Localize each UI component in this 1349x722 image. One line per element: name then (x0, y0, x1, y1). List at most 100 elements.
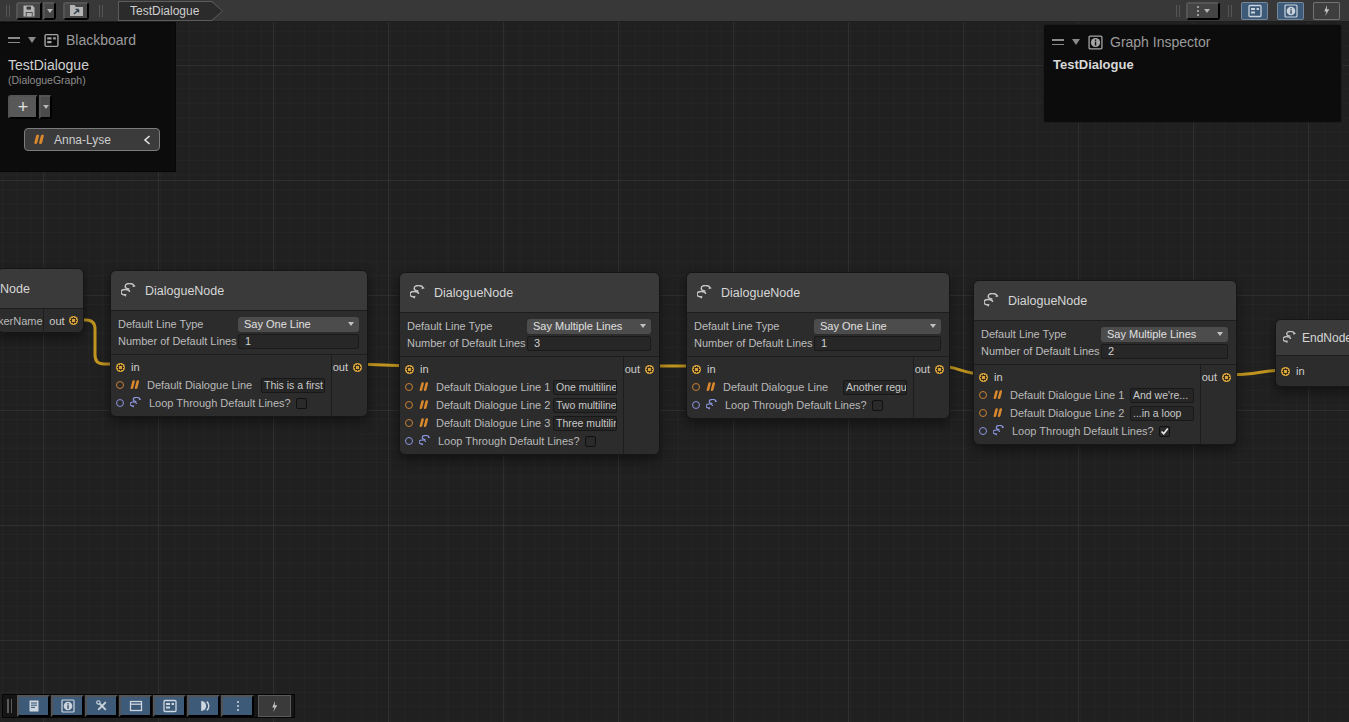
exec-in-port[interactable] (405, 365, 414, 374)
dialogue-line-field[interactable]: This is a first (261, 378, 325, 393)
node-dialoguenode[interactable]: DialogueNode Default Line TypeSay Multipl… (399, 272, 660, 455)
blackboard-toggle-button[interactable] (1241, 2, 1268, 20)
line-type-dropdown[interactable]: Say Multiple Lines (527, 319, 651, 334)
collapse-arrow-icon[interactable] (1072, 39, 1080, 45)
quote-icon (130, 380, 141, 390)
port-label: Default Dialogue Line 3 (436, 417, 550, 429)
exec-out-port[interactable] (645, 365, 654, 374)
chevron-left-icon[interactable] (143, 135, 151, 145)
drag-handle-icon[interactable] (1052, 39, 1064, 45)
dialogue-line-field[interactable]: Three multilin (553, 416, 617, 431)
field-value: This is a first (264, 379, 323, 391)
bool-port[interactable] (692, 401, 700, 409)
node-node[interactable]: NodekerName out (0, 268, 84, 333)
toolbar-grip[interactable] (6, 5, 10, 17)
blackboard-title: Blackboard (66, 32, 136, 48)
dialogue-line-field[interactable]: Another regu (843, 380, 907, 395)
bool-port[interactable] (405, 437, 413, 445)
number-input[interactable]: 1 (814, 336, 941, 351)
exec-out-port[interactable] (935, 365, 944, 374)
number-input[interactable]: 3 (527, 336, 651, 351)
exec-out-port[interactable] (69, 316, 78, 325)
bool-port[interactable] (979, 427, 987, 435)
line-type-dropdown[interactable]: Say One Line (814, 319, 941, 334)
spark-toggle-button[interactable] (1313, 2, 1340, 20)
dialogue-line-field[interactable]: One multiline (553, 380, 617, 395)
input-value: 1 (245, 335, 251, 347)
node-header[interactable]: DialogueNode (400, 273, 659, 313)
string-port[interactable] (692, 383, 700, 391)
number-input[interactable]: 1 (238, 334, 359, 349)
node-endnode[interactable]: EndNode in (1275, 319, 1349, 387)
line-type-dropdown[interactable]: Say Multiple Lines (1101, 327, 1228, 342)
blackboard-toggle-button[interactable] (153, 695, 186, 717)
number-input[interactable]: 2 (1101, 344, 1228, 359)
overflow-menu-button[interactable] (221, 695, 254, 717)
add-variable-options-button[interactable] (39, 95, 52, 119)
quote-icon (419, 418, 430, 428)
string-port[interactable] (405, 419, 413, 427)
tools-toggle-button[interactable] (85, 695, 118, 717)
save-options-button[interactable] (43, 2, 56, 20)
variable-name: Anna-Lyse (54, 133, 111, 147)
graph-tab[interactable]: TestDialogue (118, 1, 223, 21)
string-port[interactable] (979, 409, 987, 417)
caret-down-icon (930, 324, 936, 328)
preview-toggle-button[interactable] (187, 695, 220, 717)
document-icon (27, 699, 41, 713)
save-button[interactable] (16, 2, 42, 20)
port-row: in (111, 358, 331, 376)
loop-checkbox[interactable] (1159, 426, 1170, 437)
dialogue-line-field[interactable]: Two multiline (553, 398, 617, 413)
inspector-toggle-button[interactable] (51, 695, 84, 717)
drag-handle-icon[interactable] (8, 37, 20, 43)
caret-down-icon (1217, 332, 1223, 336)
exec-in-port[interactable] (116, 363, 125, 372)
add-variable-button[interactable]: + (8, 95, 38, 119)
node-header[interactable]: DialogueNode (687, 273, 949, 313)
inspector-toggle-button[interactable] (1277, 2, 1304, 20)
node-header[interactable]: DialogueNode (974, 281, 1236, 321)
loop-checkbox[interactable] (872, 400, 883, 411)
exec-out-port[interactable] (1222, 373, 1231, 382)
loop-checkbox[interactable] (585, 436, 596, 447)
collapse-arrow-icon[interactable] (28, 37, 36, 43)
exec-in-port[interactable] (979, 373, 988, 382)
string-port[interactable] (116, 381, 124, 389)
port-row: in (1276, 362, 1349, 380)
console-toggle-button[interactable] (17, 695, 50, 717)
dropdown-value: Say One Line (820, 320, 887, 332)
toolbar-grip[interactable] (7, 699, 12, 713)
blackboard-panel: Blackboard TestDialogue (DialogueGraph) … (0, 22, 176, 172)
node-header[interactable]: EndNode (1276, 320, 1349, 356)
bool-port[interactable] (116, 399, 124, 407)
port-label: Loop Through Default Lines? (725, 399, 867, 411)
loop-checkbox[interactable] (296, 398, 307, 409)
dialogue-swirl-icon (706, 399, 719, 410)
port-label: Default Dialogue Line (147, 379, 252, 391)
window-toggle-button[interactable] (119, 695, 152, 717)
dialogue-line-field[interactable]: And we're... (1130, 388, 1194, 403)
dialogue-line-field[interactable]: ...in a loop (1130, 406, 1194, 421)
bottom-toolbar (2, 694, 295, 718)
overflow-menu-button[interactable] (1186, 2, 1220, 20)
blackboard-icon (1248, 4, 1262, 18)
node-dialoguenode[interactable]: DialogueNodeDefault Line TypeSay One Lin… (110, 270, 368, 417)
exec-out-port[interactable] (353, 363, 362, 372)
node-dialoguenode[interactable]: DialogueNodeDefault Line TypeSay Multipl… (973, 280, 1237, 445)
string-port[interactable] (405, 383, 413, 391)
exec-in-port[interactable] (1281, 367, 1290, 376)
field-value: ...in a loop (1133, 407, 1181, 419)
blackboard-variable[interactable]: Anna-Lyse (24, 128, 160, 151)
spark-toggle-button[interactable] (258, 695, 291, 717)
toolbar-separator (1176, 5, 1180, 17)
string-port[interactable] (405, 401, 413, 409)
exec-in-port[interactable] (692, 365, 701, 374)
node-dialoguenode[interactable]: DialogueNodeDefault Line TypeSay One Lin… (686, 272, 950, 419)
node-header[interactable]: Node (0, 269, 83, 309)
line-type-dropdown[interactable]: Say One Line (238, 317, 359, 332)
property-label: Default Line Type (407, 320, 527, 332)
open-asset-button[interactable] (63, 2, 89, 20)
string-port[interactable] (979, 391, 987, 399)
node-header[interactable]: DialogueNode (111, 271, 367, 311)
